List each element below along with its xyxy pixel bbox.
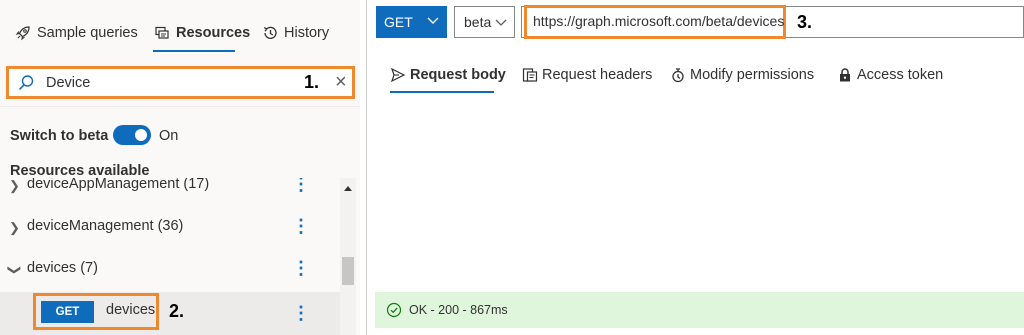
selected-resource-label: devices (106, 302, 156, 318)
beta-toggle-state: On (159, 128, 179, 144)
tab-label: Request headers (542, 67, 653, 83)
chevron-right-icon: ❯ (9, 220, 20, 235)
tab-label: History (284, 25, 330, 41)
tab-label: Resources (176, 25, 251, 41)
callout-number-1: 1. (304, 72, 320, 92)
tab-label: Modify permissions (690, 67, 815, 83)
history-icon (261, 24, 279, 42)
scrollbar-thumb[interactable] (342, 257, 354, 285)
tab-label: Request body (410, 67, 506, 83)
tab-modify-permissions[interactable]: Modify permissions (670, 65, 814, 85)
search-icon (17, 74, 35, 97)
tab-history[interactable]: History (261, 22, 329, 44)
clear-icon[interactable]: × (335, 71, 347, 93)
more-options-icon[interactable]: ⋮ (292, 258, 310, 278)
resources-icon (153, 24, 171, 42)
callout-number-3: 3. (797, 12, 813, 32)
version-dropdown[interactable]: beta (454, 6, 515, 38)
headers-icon (522, 67, 538, 83)
tab-label: Access token (857, 67, 944, 83)
resources-heading: Resources available (10, 163, 150, 179)
panel-splitter[interactable] (366, 0, 367, 335)
tab-resources[interactable]: Resources (153, 22, 250, 44)
request-url-value[interactable]: https://graph.microsoft.com/beta/devices (533, 13, 784, 29)
tab-sample-queries[interactable]: Sample queries (14, 22, 138, 44)
scroll-up-arrow-icon[interactable] (344, 186, 352, 191)
more-options-icon[interactable]: ⋮ (292, 303, 310, 323)
active-request-tab-indicator (390, 91, 494, 93)
status-text: OK - 200 - 867ms (409, 303, 508, 317)
chevron-down-icon (494, 15, 508, 32)
list-item-label: deviceManagement (36) (27, 218, 184, 234)
list-item[interactable]: ❯ deviceAppManagement (17) ⋮ (0, 178, 340, 206)
response-status-bar: OK - 200 - 867ms (375, 292, 1024, 328)
list-item-label: devices (7) (27, 260, 98, 276)
left-panel: Sample queries Resources History Device … (0, 0, 360, 335)
rocket-icon (14, 24, 32, 42)
lock-icon (837, 67, 853, 83)
chevron-down-icon (426, 13, 440, 30)
tab-label: Sample queries (37, 25, 138, 41)
version-value: beta (464, 14, 492, 30)
resource-search-box[interactable]: Device 1. × (6, 66, 355, 99)
http-method-dropdown[interactable]: GET (376, 6, 447, 38)
tab-access-token[interactable]: Access token (837, 65, 943, 85)
beta-toggle-label: Switch to beta (10, 128, 109, 144)
toggle-knob (135, 129, 147, 141)
chevron-right-icon: ❯ (9, 178, 20, 193)
more-options-icon[interactable]: ⋮ (292, 178, 310, 194)
success-check-icon (386, 302, 402, 323)
more-options-icon[interactable]: ⋮ (292, 216, 310, 236)
method-badge: GET (41, 301, 94, 323)
permissions-icon (670, 67, 686, 83)
list-item[interactable]: ❯ deviceManagement (36) ⋮ (0, 208, 340, 248)
tab-request-headers[interactable]: Request headers (522, 65, 652, 85)
active-tab-indicator (153, 50, 235, 52)
send-icon (390, 67, 406, 83)
callout-number-2: 2. (169, 301, 185, 321)
list-item[interactable]: ❯ devices (7) ⋮ (0, 250, 340, 290)
beta-toggle-switch[interactable] (113, 125, 151, 145)
list-item-label: deviceAppManagement (17) (27, 178, 210, 192)
chevron-down-icon: ❯ (7, 264, 23, 276)
divider (0, 106, 360, 107)
tab-request-body[interactable]: Request body (390, 65, 506, 85)
http-method-value: GET (384, 14, 413, 30)
search-input[interactable]: Device (46, 75, 90, 91)
